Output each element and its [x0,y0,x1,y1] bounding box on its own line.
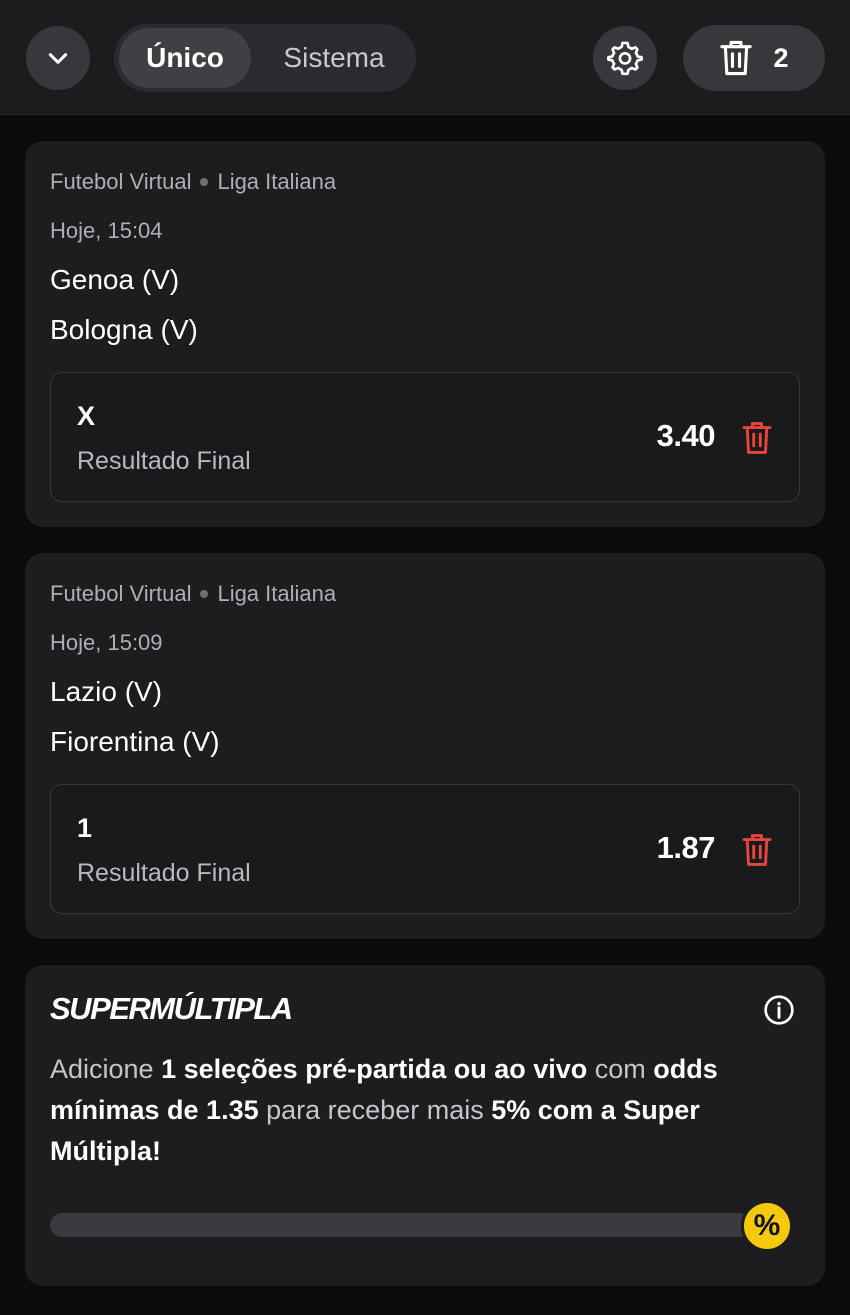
supermultipla-progress [50,1213,750,1237]
league-line: Futebol Virtual Liga Italiana [50,169,336,195]
supermultipla-title: SUPERMÚLTIPLA [50,991,293,1026]
selection-count: 2 [773,42,789,73]
chevron-down-icon [48,53,68,64]
tab-unico[interactable]: Único [119,28,251,88]
sport-label: Futebol Virtual [50,169,192,194]
bet-card: Futebol Virtual Liga Italiana Hoje, 15:0… [25,141,825,527]
info-icon[interactable] [763,994,795,1026]
gear-icon [607,41,643,76]
trash-icon [720,40,753,76]
market-name: Resultado Final [77,447,251,475]
home-team: Genoa (V) [50,264,180,295]
competition-label: Liga Italiana [217,581,337,606]
selection-pick: 1 [77,813,93,843]
home-team: Lazio (V) [50,676,163,707]
sport-label: Futebol Virtual [50,581,192,606]
supermultipla-card: SUPERMÚLTIPLA Adicione 1 seleções pré-pa… [25,965,825,1286]
delete-selection-icon[interactable] [741,421,773,455]
away-team: Fiorentina (V) [50,726,220,757]
selection-box: 1 Resultado Final 1.87 [50,784,800,914]
competition-label: Liga Italiana [217,169,337,194]
supermultipla-description: Adicione 1 seleções pré-partida ou ao vi… [50,1054,718,1166]
market-name: Resultado Final [77,859,251,887]
event-date: Hoje, 15:09 [50,630,163,655]
settings-button[interactable] [593,26,657,90]
league-line: Futebol Virtual Liga Italiana [50,581,336,607]
tab-sistema[interactable]: Sistema [259,28,409,88]
event-date: Hoje, 15:04 [50,218,163,243]
bet-card: Futebol Virtual Liga Italiana Hoje, 15:0… [25,553,825,939]
separator-dot [200,590,209,598]
odds-value: 3.40 [656,418,716,453]
percent-badge-icon: % [741,1200,793,1252]
collapse-button[interactable] [26,26,90,90]
bet-type-tabs: Único Sistema [114,24,416,92]
separator-dot [200,178,209,186]
betslip-header: Único Sistema 2 [0,0,850,115]
clear-all-button[interactable]: 2 [683,25,825,91]
selection-pick: X [77,401,96,431]
away-team: Bologna (V) [50,314,198,345]
delete-selection-icon[interactable] [741,833,773,867]
selection-box: X Resultado Final 3.40 [50,372,800,502]
odds-value: 1.87 [656,830,716,865]
